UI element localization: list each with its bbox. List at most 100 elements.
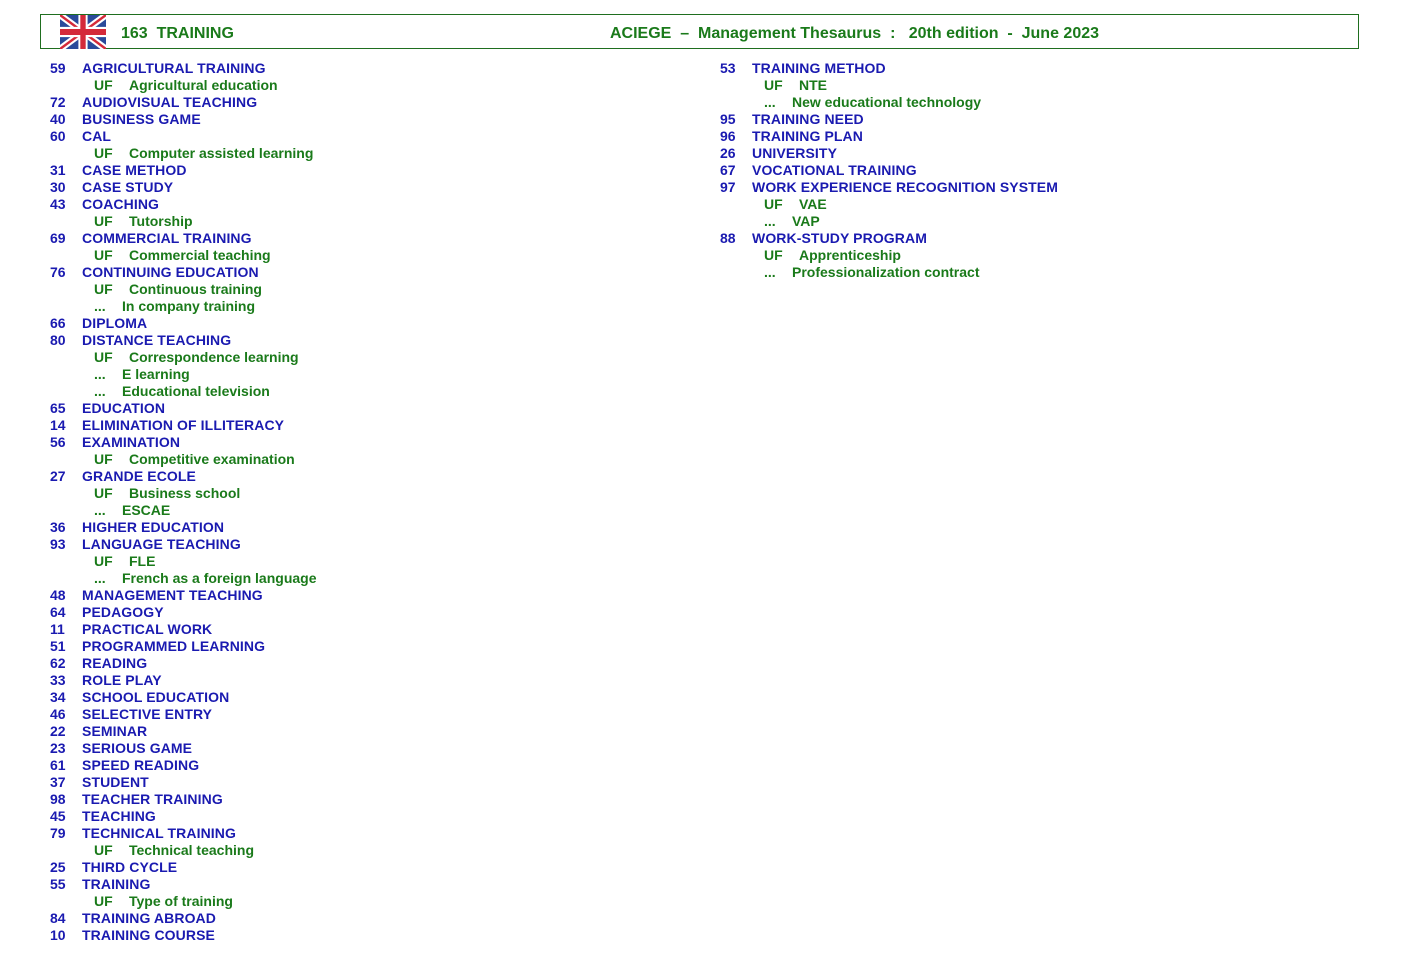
descriptor-term: GRANDE ECOLE: [82, 468, 196, 484]
descriptor-number: 36: [50, 519, 66, 535]
descriptor-number: 56: [50, 434, 66, 450]
descriptor-term: WORK EXPERIENCE RECOGNITION SYSTEM: [752, 179, 1058, 195]
descriptor-number: 76: [50, 264, 66, 280]
descriptor-number: 61: [50, 757, 66, 773]
descriptor-term: ELIMINATION OF ILLITERACY: [82, 417, 285, 433]
descriptor-term: TRAINING COURSE: [82, 927, 215, 943]
descriptor-term: THIRD CYCLE: [82, 859, 178, 875]
descriptor-term: MANAGEMENT TEACHING: [82, 587, 263, 603]
descriptor-term: UNIVERSITY: [752, 145, 838, 161]
used-for-tag: UF: [94, 842, 113, 858]
descriptor-term: TECHNICAL TRAINING: [82, 825, 236, 841]
descriptor-number: 79: [50, 825, 66, 841]
descriptor-term: SELECTIVE ENTRY: [82, 706, 213, 722]
descriptor-term: TRAINING NEED: [752, 111, 864, 127]
related-term: New educational technology: [792, 94, 982, 110]
descriptor-term: CASE STUDY: [82, 179, 174, 195]
descriptor-number: 59: [50, 60, 66, 76]
descriptor-number: 25: [50, 859, 66, 875]
related-term: In company training: [122, 298, 256, 314]
related-term: Educational television: [122, 383, 270, 399]
descriptor-number: 46: [50, 706, 66, 722]
descriptor-number: 72: [50, 94, 66, 110]
descriptor-term: CASE METHOD: [82, 162, 187, 178]
related-term: Professionalization contract: [792, 264, 980, 280]
related-tag: ...: [94, 298, 106, 314]
descriptor-term: LANGUAGE TEACHING: [82, 536, 241, 552]
used-for-tag: UF: [94, 281, 113, 297]
descriptor-term: SPEED READING: [82, 757, 200, 773]
used-for-tag: UF: [94, 485, 113, 501]
related-tag: ...: [764, 264, 776, 280]
related-term: French as a foreign language: [122, 570, 317, 586]
non-preferred-term: Agricultural education: [129, 77, 278, 93]
descriptor-number: 40: [50, 111, 66, 127]
descriptor-number: 53: [720, 60, 736, 76]
non-preferred-term: Computer assisted learning: [129, 145, 314, 161]
descriptor-term: SEMINAR: [82, 723, 148, 739]
related-term: E learning: [122, 366, 190, 382]
used-for-tag: UF: [94, 213, 113, 229]
descriptor-number: 43: [50, 196, 66, 212]
related-tag: ...: [94, 383, 106, 399]
descriptor-number: 69: [50, 230, 66, 246]
non-preferred-term: Technical teaching: [129, 842, 254, 858]
descriptor-term: READING: [82, 655, 148, 671]
descriptor-term: TRAINING PLAN: [752, 128, 863, 144]
related-tag: ...: [94, 570, 106, 586]
descriptor-term: COACHING: [82, 196, 160, 212]
descriptor-term: CAL: [82, 128, 112, 144]
descriptor-term: SERIOUS GAME: [82, 740, 193, 756]
descriptor-number: 62: [50, 655, 66, 671]
descriptor-number: 26: [720, 145, 736, 161]
descriptor-number: 80: [50, 332, 66, 348]
related-tag: ...: [94, 366, 106, 382]
document-title: ACIEGE – Management Thesaurus : 20th edi…: [610, 25, 1100, 42]
non-preferred-term: Competitive examination: [129, 451, 295, 467]
descriptor-number: 95: [720, 111, 736, 127]
non-preferred-term: VAE: [799, 196, 827, 212]
used-for-tag: UF: [94, 247, 113, 263]
used-for-tag: UF: [764, 196, 783, 212]
descriptor-term: SCHOOL EDUCATION: [82, 689, 230, 705]
related-tag: ...: [94, 502, 106, 518]
non-preferred-term: NTE: [799, 77, 827, 93]
descriptor-number: 45: [50, 808, 66, 824]
used-for-tag: UF: [94, 145, 113, 161]
descriptor-number: 96: [720, 128, 736, 144]
descriptor-term: HIGHER EDUCATION: [82, 519, 225, 535]
descriptor-number: 31: [50, 162, 66, 178]
descriptor-term: TEACHING: [82, 808, 156, 824]
used-for-tag: UF: [94, 553, 113, 569]
descriptor-term: TRAINING METHOD: [752, 60, 886, 76]
descriptor-number: 88: [720, 230, 736, 246]
non-preferred-term: Correspondence learning: [129, 349, 299, 365]
descriptor-number: 30: [50, 179, 66, 195]
non-preferred-term: Business school: [129, 485, 241, 501]
descriptor-term: PRACTICAL WORK: [82, 621, 213, 637]
used-for-tag: UF: [94, 893, 113, 909]
descriptor-number: 98: [50, 791, 66, 807]
related-term: ESCAE: [122, 502, 171, 518]
descriptor-number: 23: [50, 740, 66, 756]
descriptor-term: CONTINUING EDUCATION: [82, 264, 259, 280]
descriptor-term: BUSINESS GAME: [82, 111, 201, 127]
descriptor-number: 48: [50, 587, 66, 603]
descriptor-number: 37: [50, 774, 66, 790]
descriptor-number: 65: [50, 400, 66, 416]
descriptor-number: 10: [50, 927, 66, 943]
descriptor-number: 93: [50, 536, 66, 552]
descriptor-term: TRAINING: [82, 876, 151, 892]
descriptor-term: TRAINING ABROAD: [82, 910, 216, 926]
used-for-tag: UF: [94, 349, 113, 365]
descriptor-term: STUDENT: [82, 774, 149, 790]
non-preferred-term: Type of training: [129, 893, 233, 909]
section-title: 163 TRAINING: [121, 25, 234, 42]
descriptor-term: WORK-STUDY PROGRAM: [752, 230, 927, 246]
uk-flag-icon: [60, 15, 106, 49]
non-preferred-term: Commercial teaching: [129, 247, 271, 263]
descriptor-term: AUDIOVISUAL TEACHING: [82, 94, 258, 110]
descriptor-number: 11: [50, 621, 65, 637]
used-for-tag: UF: [764, 247, 783, 263]
non-preferred-term: Continuous training: [129, 281, 262, 297]
